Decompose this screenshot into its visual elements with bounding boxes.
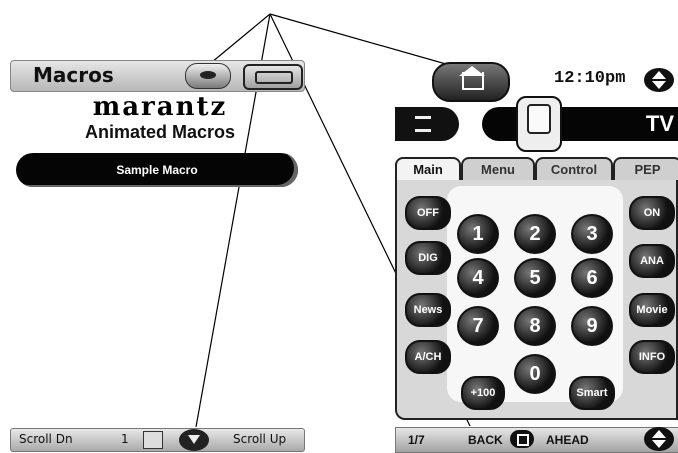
- smart-button[interactable]: Smart: [569, 376, 615, 410]
- digit-7-button[interactable]: 7: [457, 306, 499, 346]
- digit-0-button[interactable]: 0: [514, 354, 556, 394]
- back-button[interactable]: BACK: [468, 433, 503, 447]
- digit-5-button[interactable]: 5: [514, 258, 556, 298]
- digit-6-button[interactable]: 6: [571, 258, 613, 298]
- off-button[interactable]: OFF: [405, 196, 451, 230]
- marantz-logo: marantz: [92, 92, 228, 122]
- chevron-down-icon[interactable]: [179, 429, 209, 451]
- clock: 12:10pm: [554, 69, 626, 88]
- animated-macros-title: Animated Macros: [84, 122, 236, 142]
- remote-device-icon[interactable]: [516, 96, 562, 152]
- info-button[interactable]: INFO: [629, 340, 675, 374]
- digit-8-button[interactable]: 8: [514, 306, 556, 346]
- ahead-button[interactable]: AHEAD: [546, 433, 589, 447]
- device-icon[interactable]: [243, 64, 303, 90]
- keypad-toggle-icon[interactable]: [510, 430, 534, 448]
- page-indicator: 1/7: [408, 433, 425, 447]
- digit-3-button[interactable]: 3: [571, 214, 613, 254]
- up-down-arrows-icon[interactable]: [644, 68, 674, 92]
- digit-4-button[interactable]: 4: [457, 258, 499, 298]
- macros-title: Macros: [33, 63, 114, 87]
- ach-button[interactable]: A/CH: [405, 340, 451, 374]
- device-label: TV: [482, 107, 678, 141]
- scroll-up-button[interactable]: Scroll Up: [233, 432, 286, 446]
- movie-button[interactable]: Movie: [629, 293, 675, 327]
- keypad-area: OFF DIG News A/CH ON ANA Movie INFO 1 2 …: [395, 180, 678, 420]
- keypad-icon[interactable]: [143, 431, 163, 449]
- left-footer-bar: Scroll Dn 1 Scroll Up: [10, 428, 305, 452]
- dig-button[interactable]: DIG: [405, 241, 451, 275]
- page-number: 1: [121, 432, 129, 446]
- digit-1-button[interactable]: 1: [457, 214, 499, 254]
- right-footer-bar: 1/7 BACK AHEAD: [395, 427, 678, 453]
- sample-macro-button[interactable]: Sample Macro: [16, 153, 298, 187]
- digit-2-button[interactable]: 2: [514, 214, 556, 254]
- on-button[interactable]: ON: [629, 196, 675, 230]
- round-pill-icon[interactable]: [185, 63, 231, 89]
- list-icon[interactable]: [395, 107, 459, 141]
- news-button[interactable]: News: [405, 293, 451, 327]
- ana-button[interactable]: ANA: [629, 244, 675, 278]
- tab-bar: Main Menu Control PEP: [395, 157, 678, 183]
- up-down-arrows-icon[interactable]: [644, 427, 674, 451]
- left-header-bar: Macros: [10, 60, 305, 92]
- plus100-button[interactable]: +100: [461, 376, 505, 410]
- scroll-down-button[interactable]: Scroll Dn: [19, 432, 73, 446]
- digit-9-button[interactable]: 9: [571, 306, 613, 346]
- home-icon[interactable]: [432, 62, 510, 102]
